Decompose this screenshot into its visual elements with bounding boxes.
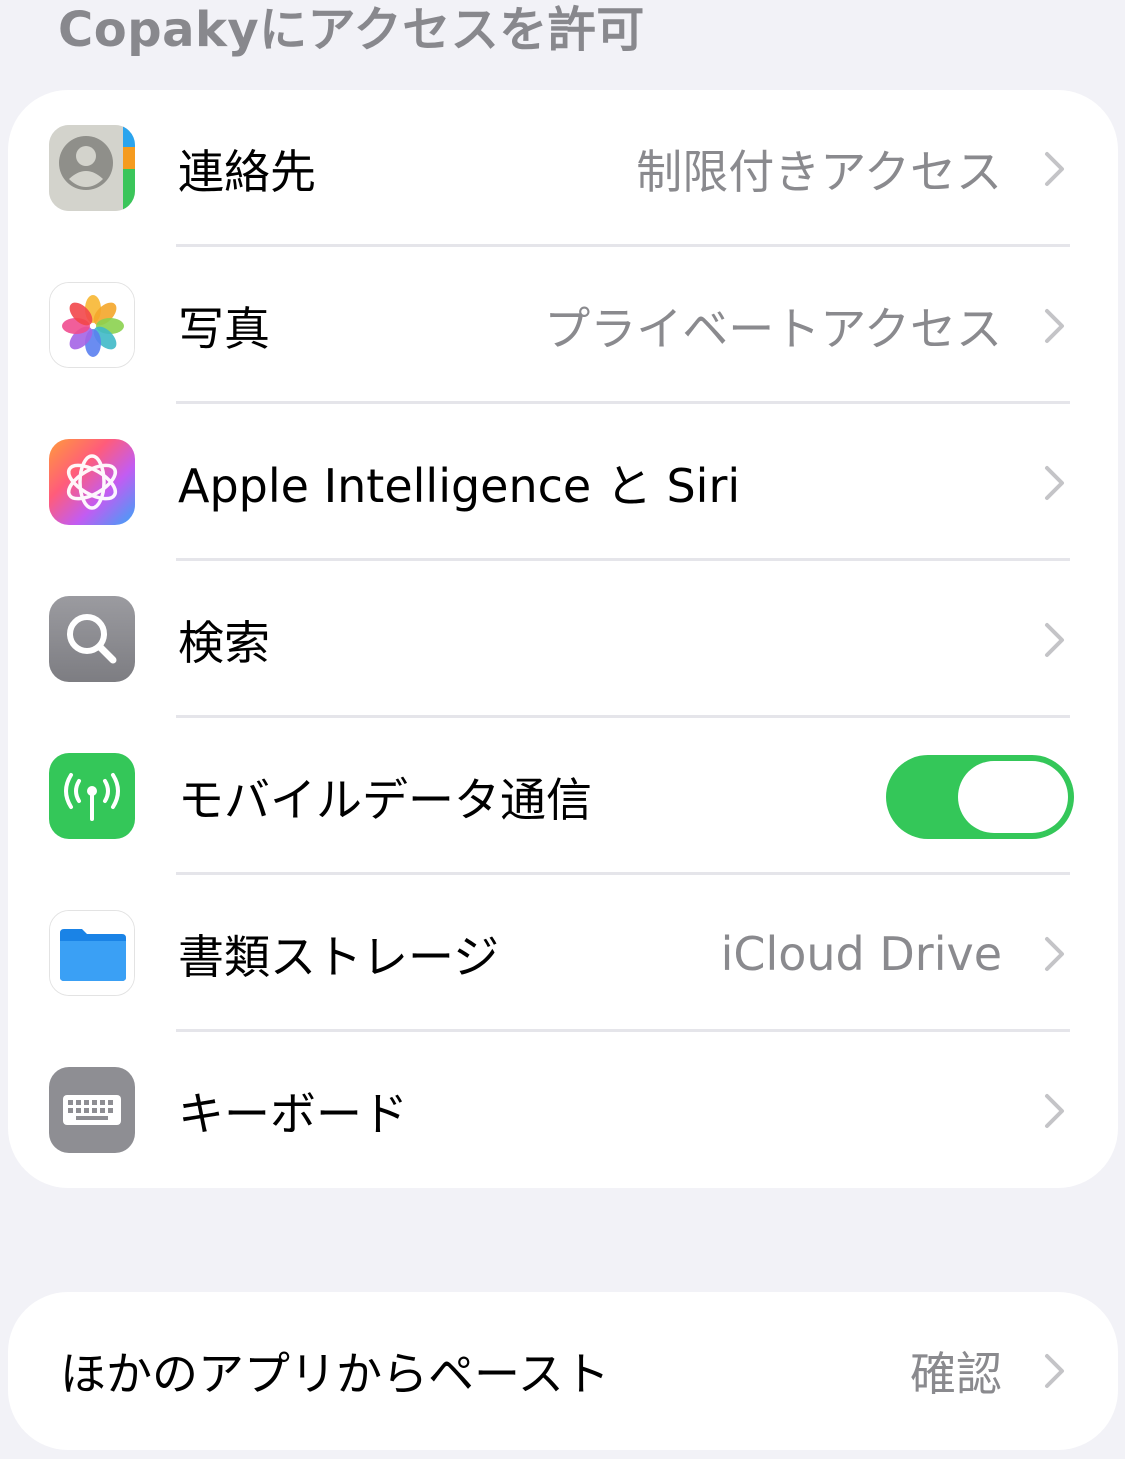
row-value: 制限付きアクセス (636, 144, 1002, 199)
permissions-group: 連絡先 制限付きアクセス 写真 プライベートアクセス Apple Intelli… (8, 90, 1118, 1188)
chevron-right-icon (1045, 623, 1064, 657)
toggle-knob (958, 761, 1068, 833)
paste-group: ほかのアプリからペースト 確認 (8, 1292, 1118, 1450)
settings-page: Copakyにアクセスを許可 連絡先 制限付きアクセス 写真 プライベートアクセ… (0, 0, 1125, 1459)
row-label: モバイルデータ通信 (178, 772, 592, 827)
paste-from-other-apps-row[interactable]: ほかのアプリからペースト 確認 (8, 1292, 1118, 1449)
chevron-right-icon (1045, 466, 1064, 500)
apple-intelligence-row[interactable]: Apple Intelligence と Siri (8, 404, 1118, 561)
row-label: 写真 (178, 301, 270, 356)
chevron-right-icon (1045, 937, 1064, 971)
chevron-right-icon (1045, 1354, 1064, 1388)
folder-icon (49, 910, 135, 996)
row-value: iCloud Drive (720, 926, 1002, 981)
row-label: 連絡先 (178, 144, 316, 199)
row-label: 書類ストレージ (178, 929, 500, 984)
row-label: Apple Intelligence と Siri (178, 458, 741, 513)
keyboard-row[interactable]: キーボード (8, 1032, 1118, 1188)
keyboard-icon (49, 1067, 135, 1153)
photos-icon (49, 282, 135, 368)
cellular-antenna-icon (49, 753, 135, 839)
row-label: 検索 (178, 615, 270, 670)
cellular-data-toggle[interactable] (886, 755, 1074, 839)
cellular-data-row: モバイルデータ通信 (8, 718, 1118, 875)
chevron-right-icon (1045, 309, 1064, 343)
row-label: キーボード (178, 1086, 408, 1141)
chevron-right-icon (1045, 1094, 1064, 1128)
section-header: Copakyにアクセスを許可 (58, 2, 645, 58)
row-value: プライベートアクセス (544, 301, 1002, 356)
apple-intelligence-icon (49, 439, 135, 525)
contacts-icon (49, 125, 135, 211)
document-storage-row[interactable]: 書類ストレージ iCloud Drive (8, 875, 1118, 1032)
contacts-row[interactable]: 連絡先 制限付きアクセス (8, 90, 1118, 247)
photos-row[interactable]: 写真 プライベートアクセス (8, 247, 1118, 404)
row-label: ほかのアプリからペースト (60, 1346, 610, 1401)
search-row[interactable]: 検索 (8, 561, 1118, 718)
search-icon (49, 596, 135, 682)
row-value: 確認 (910, 1346, 1002, 1401)
chevron-right-icon (1045, 152, 1064, 186)
